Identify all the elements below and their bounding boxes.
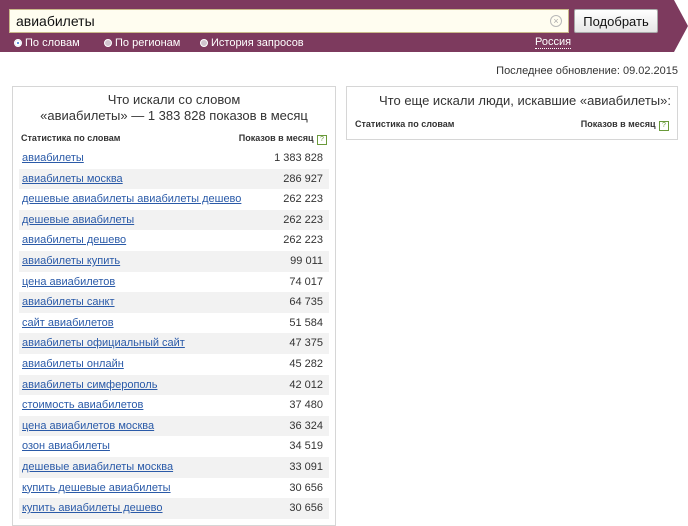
impressions-count: 42 012 bbox=[289, 378, 323, 391]
clear-icon[interactable]: × bbox=[550, 15, 562, 27]
related-words-panel: Что искали со словом «авиабилеты» — 1 38… bbox=[12, 86, 336, 526]
impressions-count: 30 656 bbox=[289, 502, 323, 515]
keyword-link[interactable]: цена авиабилетов москва bbox=[22, 420, 154, 432]
also-searched-panel: Что еще искали люди, искавшие «авиабилет… bbox=[346, 86, 678, 140]
table-header: Статистика по словам Показов в месяц ? bbox=[21, 133, 327, 145]
help-icon[interactable]: ? bbox=[317, 135, 327, 145]
panel-title: Что еще искали люди, искавшие «авиабилет… bbox=[379, 93, 671, 108]
table-row: цена авиабилетов москва 36 324 bbox=[19, 415, 329, 437]
table-row: озон авиабилеты 34 519 bbox=[19, 436, 329, 457]
radio-checked-icon bbox=[14, 39, 22, 47]
table-row: цена авиабилетов 74 017 bbox=[19, 272, 329, 293]
table-row: дешевые авиабилеты 262 223 bbox=[19, 209, 329, 231]
search-input[interactable] bbox=[10, 10, 546, 32]
region-selector-link[interactable]: Россия bbox=[535, 36, 572, 49]
impressions-count: 30 656 bbox=[289, 481, 323, 494]
search-field[interactable]: × bbox=[9, 9, 569, 33]
keyword-link[interactable]: дешевые авиабилеты авиабилеты дешево bbox=[22, 193, 241, 205]
keyword-link[interactable]: авиабилеты симферополь bbox=[22, 379, 157, 391]
table-row: авиабилеты 1 383 828 bbox=[19, 148, 329, 169]
impressions-count: 36 324 bbox=[289, 419, 323, 432]
table-row: авиабилеты онлайн 45 282 bbox=[19, 354, 329, 375]
column-header-words: Статистика по словам bbox=[21, 133, 121, 143]
radio-label: История запросов bbox=[211, 37, 304, 49]
keyword-link[interactable]: дешевые авиабилеты москва bbox=[22, 461, 173, 473]
table-row: авиабилеты купить 99 011 bbox=[19, 250, 329, 272]
panel-title: Что искали со словом «авиабилеты» — 1 38… bbox=[13, 92, 335, 124]
keyword-link[interactable]: стоимость авиабилетов bbox=[22, 399, 143, 411]
keyword-table: авиабилеты 1 383 828 авиабилеты москва 286 … bbox=[19, 148, 329, 519]
table-row: авиабилеты санкт 64 735 bbox=[19, 292, 329, 313]
radio-unchecked-icon bbox=[104, 39, 112, 47]
impressions-count: 99 011 bbox=[290, 254, 323, 267]
keyword-link[interactable]: дешевые авиабилеты bbox=[22, 214, 134, 226]
panel-title-line1: Что искали со словом bbox=[107, 92, 241, 107]
keyword-link[interactable]: авиабилеты купить bbox=[22, 255, 120, 267]
table-row: авиабилеты симферополь 42 012 bbox=[19, 374, 329, 396]
column-header-count-label: Показов в месяц bbox=[580, 119, 656, 129]
table-row: купить авиабилеты дешево 30 656 bbox=[19, 498, 329, 519]
radio-label: По регионам bbox=[115, 37, 181, 49]
help-icon[interactable]: ? bbox=[659, 121, 669, 131]
impressions-count: 34 519 bbox=[289, 440, 323, 453]
submit-button[interactable]: Подобрать bbox=[574, 9, 658, 33]
radio-query-history[interactable]: История запросов bbox=[200, 37, 304, 49]
search-bar: × Подобрать По словам По регионам Истори… bbox=[0, 0, 688, 52]
panel-title-line2: «авиабилеты» — 1 383 828 показов в месяц bbox=[40, 108, 308, 123]
keyword-link[interactable]: сайт авиабилетов bbox=[22, 317, 114, 329]
table-row: купить дешевые авиабилеты 30 656 bbox=[19, 478, 329, 499]
radio-by-words[interactable]: По словам bbox=[14, 37, 80, 49]
table-row: стоимость авиабилетов 37 480 bbox=[19, 395, 329, 416]
table-row: дешевые авиабилеты москва 33 091 bbox=[19, 456, 329, 478]
radio-by-regions[interactable]: По регионам bbox=[104, 37, 180, 49]
table-row: дешевые авиабилеты авиабилеты дешево 262 … bbox=[19, 189, 329, 210]
impressions-count: 262 223 bbox=[283, 193, 323, 206]
table-header: Статистика по словам Показов в месяц ? bbox=[355, 119, 669, 131]
impressions-count: 262 223 bbox=[283, 213, 323, 226]
radio-unchecked-icon bbox=[200, 39, 208, 47]
keyword-link[interactable]: авиабилеты москва bbox=[22, 173, 123, 185]
keyword-link[interactable]: озон авиабилеты bbox=[22, 440, 110, 452]
impressions-count: 286 927 bbox=[283, 172, 323, 185]
impressions-count: 47 375 bbox=[289, 337, 323, 350]
impressions-count: 51 584 bbox=[289, 316, 323, 329]
last-update-text: Последнее обновление: 09.02.2015 bbox=[496, 65, 678, 77]
table-row: сайт авиабилетов 51 584 bbox=[19, 313, 329, 334]
column-header-words: Статистика по словам bbox=[355, 119, 455, 129]
keyword-link[interactable]: купить дешевые авиабилеты bbox=[22, 482, 171, 494]
table-row: авиабилеты москва 286 927 bbox=[19, 168, 329, 190]
impressions-count: 33 091 bbox=[289, 460, 323, 473]
radio-label: По словам bbox=[25, 37, 80, 49]
keyword-link[interactable]: авиабилеты bbox=[22, 152, 84, 164]
keyword-link[interactable]: купить авиабилеты дешево bbox=[22, 502, 163, 514]
keyword-link[interactable]: авиабилеты официальный сайт bbox=[22, 337, 185, 349]
column-header-count: Показов в месяц ? bbox=[581, 119, 669, 131]
impressions-count: 37 480 bbox=[289, 399, 323, 412]
impressions-count: 1 383 828 bbox=[274, 152, 323, 164]
keyword-link[interactable]: авиабилеты санкт bbox=[22, 296, 115, 308]
search-bar-arrow bbox=[674, 0, 688, 52]
column-header-count-label: Показов в месяц bbox=[238, 133, 314, 143]
keyword-link[interactable]: авиабилеты онлайн bbox=[22, 358, 124, 370]
impressions-count: 74 017 bbox=[289, 275, 323, 288]
impressions-count: 45 282 bbox=[289, 357, 323, 370]
keyword-link[interactable]: цена авиабилетов bbox=[22, 276, 115, 288]
table-row: авиабилеты дешево 262 223 bbox=[19, 230, 329, 251]
impressions-count: 64 735 bbox=[289, 296, 323, 309]
impressions-count: 262 223 bbox=[283, 234, 323, 247]
table-row: авиабилеты официальный сайт 47 375 bbox=[19, 333, 329, 354]
column-header-count: Показов в месяц ? bbox=[239, 133, 327, 145]
keyword-link[interactable]: авиабилеты дешево bbox=[22, 234, 126, 246]
